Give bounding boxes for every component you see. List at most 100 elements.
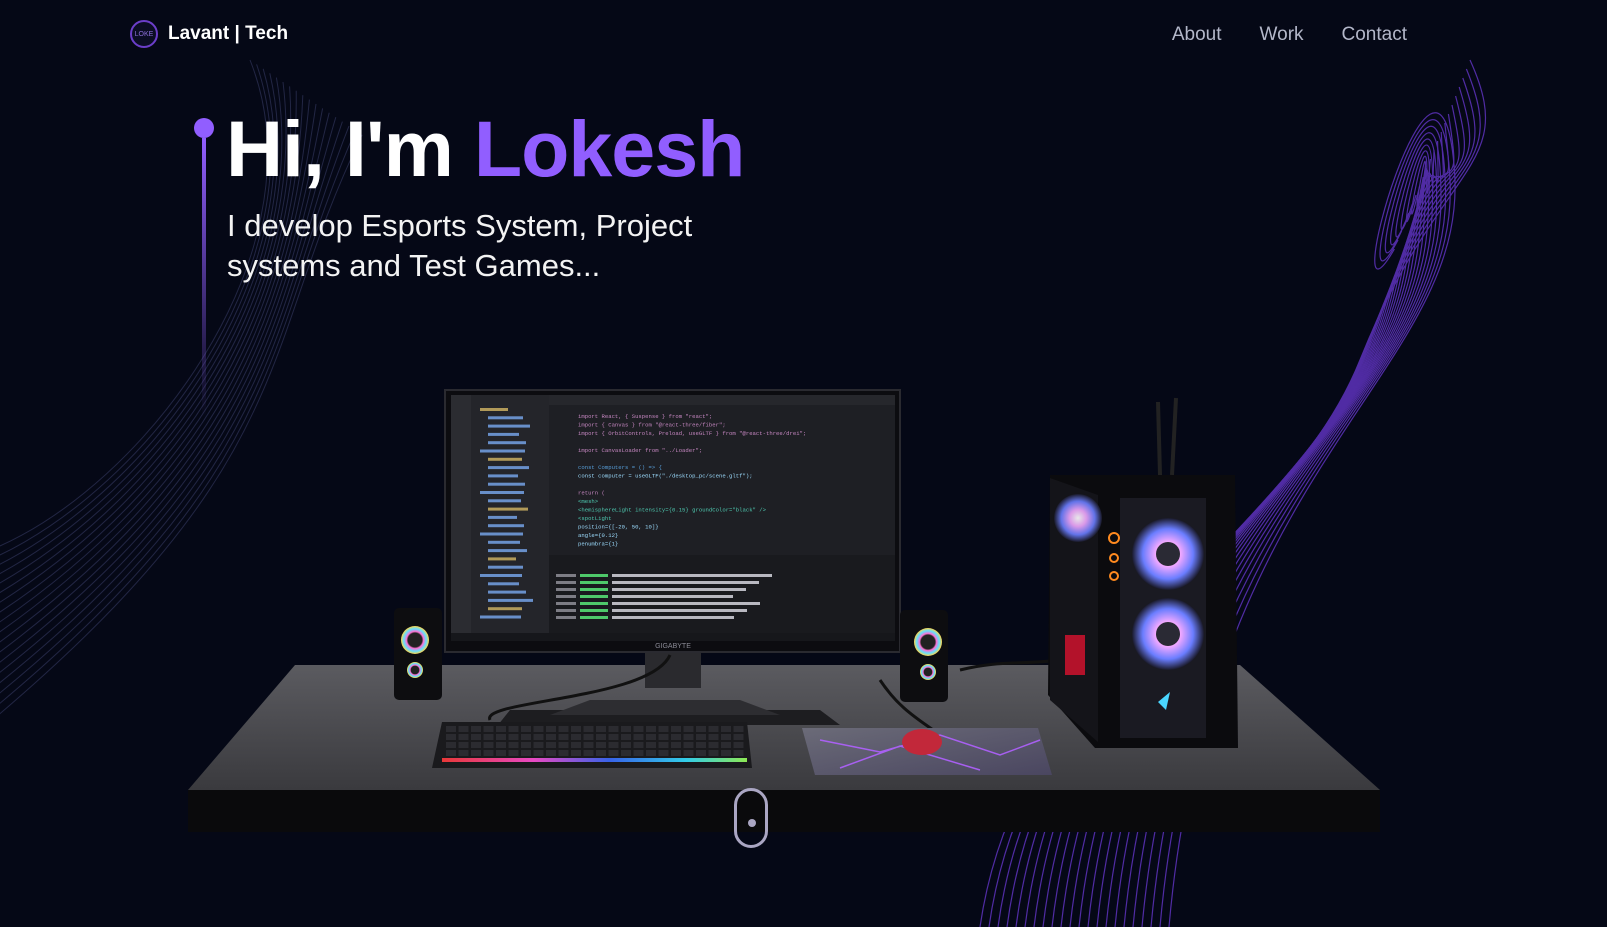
terminal-timestamp	[556, 581, 576, 584]
brand-logo[interactable]: LOKE Lavant | Tech	[130, 20, 288, 48]
editor-file-explorer	[471, 395, 549, 633]
keyboard-key	[596, 750, 606, 756]
nav-link-work[interactable]: Work	[1260, 24, 1304, 46]
keyboard-key	[496, 750, 506, 756]
nav-links: About Work Contact	[1172, 24, 1407, 46]
keyboard-key	[596, 734, 606, 740]
keyboard-key	[646, 734, 656, 740]
terminal-timestamp	[556, 588, 576, 591]
keyboard-key	[708, 734, 719, 740]
explorer-file-entry	[488, 607, 522, 611]
keyboard-key	[508, 734, 519, 740]
explorer-file-entry	[488, 507, 528, 511]
keyboard-key	[633, 734, 644, 740]
keyboard-key	[721, 726, 731, 732]
terminal-tag	[580, 588, 608, 591]
explorer-file-entry	[480, 449, 525, 453]
code-line: <hemisphereLight intensity={0.15} ground…	[578, 507, 767, 514]
explorer-file-entry	[488, 482, 525, 486]
hero-accent-line	[194, 118, 214, 418]
keyboard-key	[733, 742, 744, 748]
explorer-file-entry	[488, 424, 530, 428]
keyboard-key	[558, 726, 569, 732]
explorer-file-entry	[488, 515, 517, 519]
explorer-file-entry	[488, 590, 526, 594]
keyboard-key	[533, 734, 544, 740]
keyboard-key	[483, 750, 494, 756]
keyboard-key	[658, 726, 669, 732]
code-line: return (	[578, 490, 605, 497]
keyboard-key	[533, 742, 544, 748]
keyboard-key	[471, 726, 481, 732]
keyboard-key	[683, 726, 694, 732]
keyboard-key	[571, 726, 581, 732]
code-line: position={[-20, 50, 10]}	[578, 524, 659, 531]
keyboard-key	[558, 750, 569, 756]
keyboard-key	[533, 726, 544, 732]
keyboard-key	[483, 742, 494, 748]
keyboard-key	[583, 734, 594, 740]
keyboard-key	[571, 742, 581, 748]
keyboard-key	[658, 742, 669, 748]
terminal-message	[612, 609, 747, 612]
hero-greeting: Hi, I'm	[226, 104, 454, 193]
keyboard-key	[646, 750, 656, 756]
hero-accent-dot	[194, 118, 214, 138]
keyboard-key	[608, 750, 619, 756]
explorer-file-entry	[488, 432, 519, 436]
explorer-file-entry	[488, 524, 524, 528]
keyboard-key	[458, 742, 469, 748]
explorer-file-entry	[480, 532, 523, 536]
keyboard-key	[496, 734, 506, 740]
terminal-tag	[580, 574, 608, 577]
keyboard-key	[646, 742, 656, 748]
code-line: angle={0.12}	[578, 532, 618, 539]
keyboard-key	[533, 750, 544, 756]
explorer-file-entry	[488, 565, 523, 569]
keyboard-key	[521, 726, 531, 732]
keyboard-key	[458, 726, 469, 732]
keyboard-key	[583, 742, 594, 748]
terminal-tag	[580, 595, 608, 598]
terminal-tag	[580, 616, 608, 619]
keyboard-key	[571, 734, 581, 740]
keyboard-key	[471, 750, 481, 756]
keyboard-key	[696, 742, 706, 748]
keyboard-key	[608, 742, 619, 748]
keyboard-key	[721, 750, 731, 756]
nav-link-about[interactable]: About	[1172, 24, 1222, 46]
hero-title: Hi, I'm Lokesh	[226, 107, 745, 191]
explorer-file-entry	[488, 540, 520, 544]
keyboard-key	[546, 742, 556, 748]
code-line: import React, { Suspense } from "react";	[578, 413, 712, 420]
keyboard-key	[733, 750, 744, 756]
keyboard-key	[633, 742, 644, 748]
keyboard-key	[458, 750, 469, 756]
desk-setup-3d-canvas[interactable]: import React, { Suspense } from "react";…	[180, 380, 1400, 850]
terminal-message	[612, 588, 746, 591]
keyboard-key	[671, 742, 681, 748]
explorer-file-entry	[488, 549, 527, 553]
scroll-down-indicator[interactable]	[734, 788, 768, 848]
nav-link-contact[interactable]: Contact	[1342, 24, 1407, 46]
terminal-timestamp	[556, 574, 576, 577]
pc-tower	[1048, 397, 1238, 748]
explorer-file-entry	[488, 466, 529, 470]
terminal-tag	[580, 602, 608, 605]
keyboard-key	[558, 734, 569, 740]
code-line: <spotLight	[578, 515, 612, 522]
code-line: penumbra={1}	[578, 541, 618, 548]
explorer-file-entry	[488, 441, 526, 445]
keyboard-key	[658, 750, 669, 756]
keyboard-key	[733, 734, 744, 740]
explorer-file-entry	[480, 491, 524, 494]
explorer-file-entry	[488, 474, 518, 478]
keyboard-key	[471, 742, 481, 748]
keyboard-key	[558, 742, 569, 748]
terminal-message	[612, 602, 760, 605]
keyboard-key	[521, 750, 531, 756]
keyboard-key	[446, 750, 456, 756]
gaming-mouse	[902, 729, 942, 755]
hero-name: Lokesh	[473, 104, 746, 193]
keyboard-key	[658, 734, 669, 740]
